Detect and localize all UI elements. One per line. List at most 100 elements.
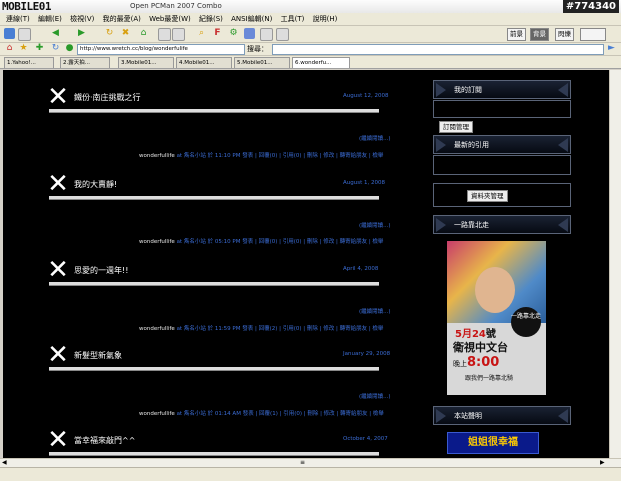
menu-connect[interactable]: 連線(T) [6,13,30,25]
trackback-box [433,155,571,175]
x-mark-icon: ✕ [47,255,69,285]
window-title: Open PCMan 2007 Combo [130,2,222,10]
post-actions[interactable]: | 回覆(0) | 引用(0) | 刪除 | 修改 | 轉寄給朋友 | 檢舉 [255,153,383,159]
address-bar: ⌂ ★ ✚ ↻ ● http://www.wretch.cc/blog/wond… [0,43,621,56]
scroll-left-arrow-icon[interactable]: ◀ [2,459,7,466]
post-actions[interactable]: | 回覆(0) | 引用(0) | 刪除 | 修改 | 轉寄給朋友 | 檢舉 [255,239,383,245]
post-title[interactable]: 當幸福來敲門^^ [74,435,135,446]
go-icon[interactable]: ● [64,43,75,54]
read-more-link[interactable]: (繼續閱讀...) [359,307,391,315]
back-arrow-icon[interactable]: ◀ [50,28,61,39]
subscribe-box [433,100,571,118]
post-title[interactable]: 新髮型新氣象 [74,350,122,361]
post-title[interactable]: 鐵份·南庄挑戰之行 [74,92,141,103]
title-underline [49,367,379,371]
menu-view[interactable]: 檢視(V) [70,13,94,25]
search-label: 搜尋： [247,45,268,53]
menu-tools[interactable]: 工具(T) [281,13,305,25]
promo-ad-image[interactable]: 一路靠北走 5月24號 衛視中文台 晚上8:00 跟我們一路靠北騎 [447,241,546,395]
background-button[interactable]: 背景 [530,28,549,41]
trackback-header: 最新的引用 [433,135,571,154]
add-favorite-icon[interactable]: ✚ [34,43,45,54]
menu-help[interactable]: 說明(H) [313,13,338,25]
post-meta[interactable]: at 雋名小站 於 01:14 AM 發表 [177,411,254,417]
read-more-link[interactable]: (繼續閱讀...) [359,392,391,400]
post-title[interactable]: 我的大賣靜! [74,179,117,190]
forward-arrow-icon[interactable]: ▶ [76,28,87,39]
post-actions[interactable]: | 回覆(2) | 引用(0) | 刪除 | 修改 | 轉寄給朋友 | 檢舉 [255,326,383,332]
blog-content: ✕ 鐵份·南庄挑戰之行 August 12, 2008 (繼續閱讀...) wo… [3,70,609,458]
tab-6-active[interactable]: 6.wonderfu... [292,57,350,68]
folder-manage-button[interactable]: 資料夾管理 [467,190,508,202]
ad-time-value: 8:00 [467,355,500,370]
title-underline [49,452,379,456]
mobile01-logo: MOBILE01 [2,0,51,13]
ansi-icon[interactable] [260,28,273,41]
watermark-id: #774340 [562,0,619,13]
ad-section-title: 一路靠北走 [454,221,489,229]
ad-date: 5月24號 [455,325,496,340]
new-page-icon[interactable] [18,28,31,41]
menu-ansi-edit[interactable]: ANSI編輯(N) [231,13,272,25]
search-go-icon[interactable]: ► [606,43,617,54]
refresh-icon[interactable]: ↻ [50,43,61,54]
search-input[interactable] [272,44,604,55]
blink-button[interactable]: 閃爍 [555,28,574,41]
foreground-button[interactable]: 前景 [507,28,526,41]
status-bar [0,467,621,481]
home-page-icon[interactable]: ⌂ [4,43,15,54]
post-author[interactable]: wonderfullife [139,326,175,332]
home-icon[interactable]: ⌂ [138,28,149,39]
post-footer: wonderfullife at 雋名小站 於 05:10 PM 發表 | 回覆… [139,237,383,245]
tab-5[interactable]: 5.Mobile01... [234,57,290,68]
color-select[interactable] [580,28,606,41]
tab-2[interactable]: 2.露天拍... [60,57,110,68]
font-icon[interactable]: F [212,28,223,39]
x-mark-icon: ✕ [47,425,69,455]
scroll-thumb-grip-icon[interactable]: ≡ [300,459,305,466]
bbs-icon[interactable] [276,28,289,41]
reload-icon[interactable]: ↻ [104,28,115,39]
post-meta[interactable]: at 雋名小站 於 11:59 PM 發表 [177,326,254,332]
site-banner[interactable]: 姐姐很幸福 [447,432,539,454]
post-date: April 4, 2008 [343,266,379,272]
settings-icon[interactable]: ⚙ [228,28,239,39]
post-meta[interactable]: at 雋名小站 於 05:10 PM 發表 [177,239,254,245]
tab-4[interactable]: 4.Mobile01... [176,57,232,68]
post-date: January 29, 2008 [343,351,391,357]
post-actions[interactable]: | 回覆(1) | 引用(0) | 刪除 | 修改 | 轉寄給朋友 | 檢舉 [255,411,383,417]
title-underline [49,282,379,286]
ad-time: 晚上8:00 [453,355,499,370]
read-more-link[interactable]: (繼續閱讀...) [359,134,391,142]
ad-slogan: 跟我們一路靠北騎 [465,375,514,382]
menu-edit[interactable]: 編輯(E) [38,13,62,25]
scroll-right-arrow-icon[interactable]: ▶ [600,459,605,466]
post-author[interactable]: wonderfullife [139,411,175,417]
menu-favorites[interactable]: 我的最愛(A) [103,13,141,25]
subscribe-manage-button[interactable]: 訂閱管理 [439,121,473,133]
new-connection-icon[interactable] [4,28,15,39]
x-mark-icon: ✕ [47,82,69,112]
post-date: August 12, 2008 [343,93,389,99]
url-input[interactable]: http://www.wretch.cc/blog/wonderfulife [77,44,245,55]
paste-icon[interactable] [172,28,185,41]
trackback-title: 最新的引用 [454,141,489,149]
vertical-scrollbar[interactable] [609,70,621,458]
menu-history[interactable]: 紀錄(S) [199,13,223,25]
read-more-link[interactable]: (繼續閱讀...) [359,221,391,229]
tab-1[interactable]: 1.Yahoo!... [4,57,54,68]
toolbar: ◀ ▶ ↻ ✖ ⌂ ⌕ F ⚙ 前景 背景 閃爍 [0,26,621,43]
statement-title: 本站聲明 [454,412,482,420]
tab-3[interactable]: 3.Mobile01... [118,57,174,68]
post-author[interactable]: wonderfullife [139,239,175,245]
title-underline [49,196,379,200]
favorite-icon[interactable]: ★ [18,43,29,54]
screen-icon[interactable] [244,28,255,39]
post-author[interactable]: wonderfullife [139,153,175,159]
post-meta[interactable]: at 雋名小站 於 11:10 PM 發表 [177,153,254,159]
search-icon[interactable]: ⌕ [196,28,207,39]
post-title[interactable]: 思愛的一週年!! [74,265,128,276]
menu-web-favorites[interactable]: Web最愛(W) [149,13,191,25]
copy-icon[interactable] [158,28,171,41]
stop-icon[interactable]: ✖ [120,28,131,39]
